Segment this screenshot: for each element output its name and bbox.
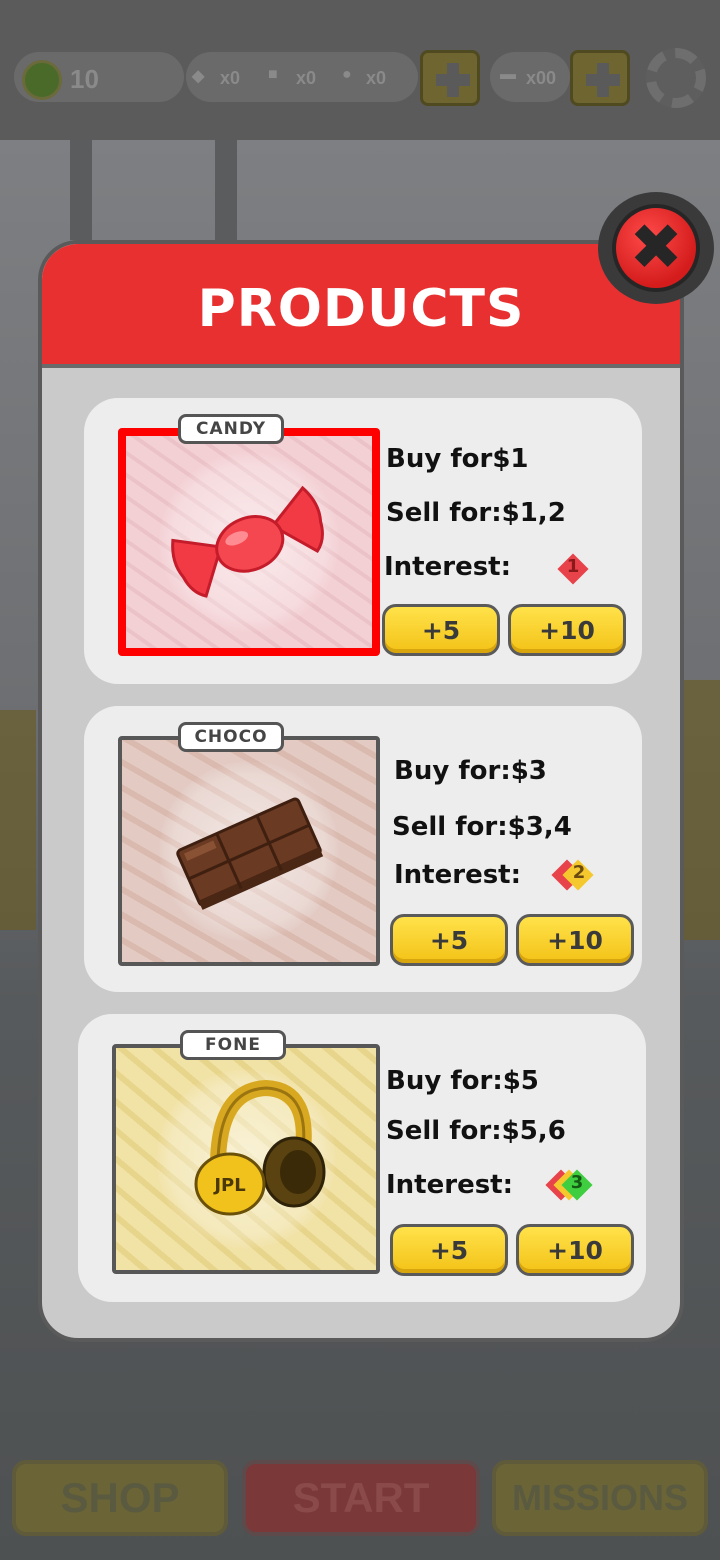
fone-thumbnail[interactable]: JPL <box>112 1044 380 1274</box>
cash-icon: ▬ <box>500 66 516 83</box>
interest-label: Interest: <box>386 1170 514 1200</box>
popup-header: PRODUCTS <box>42 244 680 368</box>
interest-label: Interest: <box>394 860 522 890</box>
buy-5-button[interactable]: +5 <box>390 1224 508 1276</box>
top-hud: 10 ◆ x0 ■ x0 ● x0 ▬ x00 <box>0 0 720 140</box>
products-popup: PRODUCTS CANDY Buy for$1 Sell for:$1,2 I… <box>38 240 684 1342</box>
cash-value: x00 <box>526 68 557 88</box>
interest-level: 3 <box>570 1172 584 1193</box>
interest-level-1-icon: 1 <box>554 550 592 588</box>
add-inventory-button[interactable] <box>420 50 480 106</box>
money-value: 10 <box>70 64 99 94</box>
background-shelf <box>0 710 36 930</box>
close-icon[interactable]: ✖ <box>612 204 700 292</box>
fone-count-icon: ● <box>342 66 352 83</box>
background-pillar <box>215 140 237 240</box>
interest-label: Interest: <box>384 552 512 582</box>
choco-count-icon: ■ <box>268 66 278 83</box>
sell-price: Sell for:$5,6 <box>386 1116 566 1146</box>
headphones-icon: JPL <box>194 1079 326 1216</box>
fone-count: x0 <box>366 68 387 88</box>
candy-count: x0 <box>220 68 241 88</box>
missions-button[interactable]: MISSIONS <box>492 1460 708 1536</box>
buy-10-button[interactable]: +10 <box>516 1224 634 1276</box>
choco-count: x0 <box>296 68 317 88</box>
buy-price: Buy for$1 <box>386 444 529 474</box>
headphones-logo: JPL <box>212 1175 245 1196</box>
interest-level: 1 <box>566 556 580 577</box>
buy-5-button[interactable]: +5 <box>390 914 508 966</box>
popup-title: PRODUCTS <box>197 279 525 339</box>
product-tag: CHOCO <box>178 722 284 752</box>
background-shelf <box>684 680 720 940</box>
choco-thumbnail[interactable] <box>118 736 380 966</box>
sell-price: Sell for:$3,4 <box>392 812 572 842</box>
coin-icon <box>22 60 62 100</box>
candy-thumbnail[interactable] <box>118 428 380 656</box>
buy-10-button[interactable]: +10 <box>508 604 626 656</box>
product-tag: CANDY <box>178 414 284 444</box>
gear-icon[interactable] <box>646 48 706 108</box>
close-button[interactable]: ✖ <box>598 192 714 304</box>
product-tag: FONE <box>180 1030 286 1060</box>
buy-price: Buy for:$5 <box>386 1066 539 1096</box>
interest-level-2-icon: 2 <box>550 856 598 894</box>
shop-button[interactable]: SHOP <box>12 1460 228 1536</box>
sell-price: Sell for:$1,2 <box>386 498 566 528</box>
buy-price: Buy for:$3 <box>394 756 547 786</box>
product-card-choco: CHOCO Buy for:$3 Sell for:$3,4 Interest:… <box>84 706 642 992</box>
product-card-candy: CANDY Buy for$1 Sell for:$1,2 Interest: … <box>84 398 642 684</box>
chocolate-icon <box>176 797 324 910</box>
buy-5-button[interactable]: +5 <box>382 604 500 656</box>
interest-level: 2 <box>572 862 586 883</box>
candy-icon <box>171 485 324 598</box>
start-button[interactable]: START <box>242 1460 480 1536</box>
buy-10-button[interactable]: +10 <box>516 914 634 966</box>
add-cash-button[interactable] <box>570 50 630 106</box>
product-card-fone: JPL FONE Buy for:$5 Sell for:$5,6 Intere… <box>78 1014 646 1302</box>
candy-count-icon: ◆ <box>192 68 205 85</box>
interest-level-3-icon: 3 <box>544 1166 600 1204</box>
background-pillar <box>70 140 92 240</box>
